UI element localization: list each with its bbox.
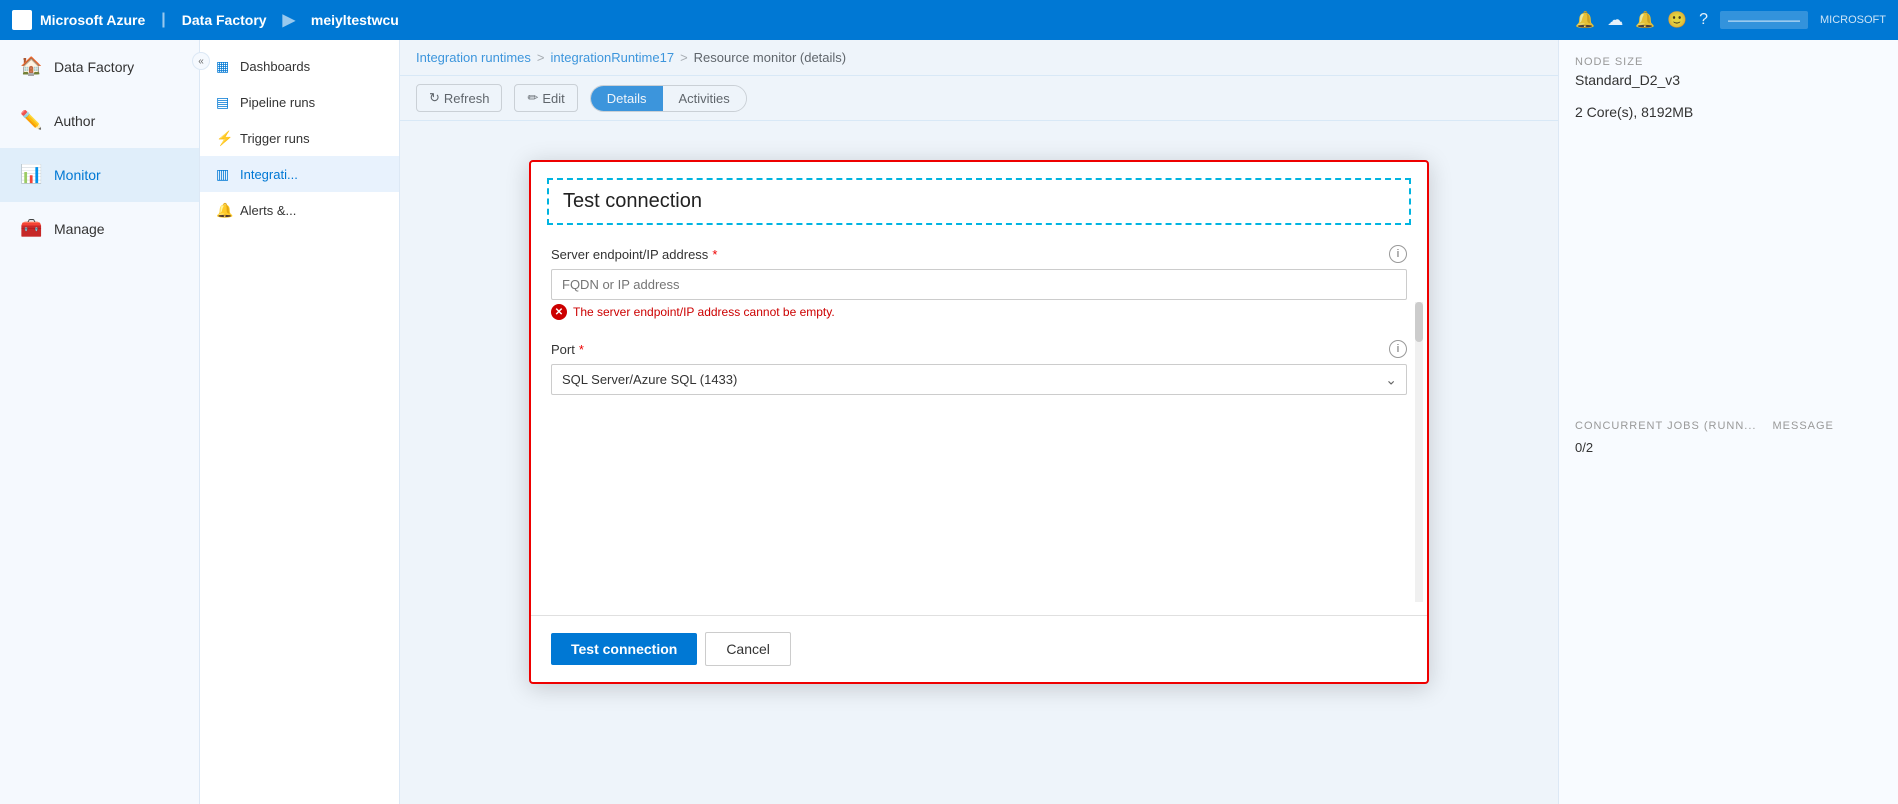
server-endpoint-info-icon[interactable]: i <box>1389 245 1407 263</box>
secondary-item-label-integration: Integrati... <box>240 167 298 182</box>
secondary-item-alerts[interactable]: 🔔 Alerts &... <box>200 192 399 228</box>
concurrent-jobs-row: CONCURRENT JOBS (RUNN... MESSAGE <box>1575 420 1882 432</box>
help-icon[interactable]: ? <box>1699 11 1708 29</box>
dialog-scroll-thumb <box>1415 302 1423 342</box>
port-field: Port * i SQL Server/Azure SQL (1433) MyS… <box>551 340 1407 395</box>
content-area: Integration runtimes > integrationRuntim… <box>400 40 1558 804</box>
server-endpoint-label-text: Server endpoint/IP address * <box>551 247 717 262</box>
microsoft-label: MICROSOFT <box>1820 14 1886 26</box>
notifications-icon[interactable]: 🔔 <box>1575 10 1595 30</box>
topbar-right: 🔔 ☁ 🔔 🙂 ? —————— MICROSOFT <box>1575 10 1886 30</box>
secondary-sidebar: ▦ Dashboards ▤ Pipeline runs ⚡ Trigger r… <box>200 40 400 804</box>
port-select[interactable]: SQL Server/Azure SQL (1433) MySQL (3306)… <box>551 364 1407 395</box>
server-endpoint-label-row: Server endpoint/IP address * i <box>551 245 1407 263</box>
topbar-arrow: ▶ <box>283 10 295 30</box>
sidebar-item-label-author: Author <box>54 113 95 129</box>
instance-name: meiyltestwcu <box>311 12 399 28</box>
trigger-runs-icon: ⚡ <box>216 130 232 146</box>
concurrent-jobs-label: CONCURRENT JOBS (RUNN... <box>1575 420 1756 432</box>
azure-logo <box>12 10 32 30</box>
dialog-title: Test connection <box>563 190 702 212</box>
server-endpoint-label: Server endpoint/IP address <box>551 247 708 262</box>
dashboards-icon: ▦ <box>216 58 232 74</box>
port-info-icon[interactable]: i <box>1389 340 1407 358</box>
sidebar: « 🏠 Data Factory ✏️ Author 📊 Monitor 🧰 M… <box>0 40 200 804</box>
secondary-item-label-trigger-runs: Trigger runs <box>240 131 310 146</box>
message-label: MESSAGE <box>1772 420 1833 432</box>
face-icon[interactable]: 🙂 <box>1667 10 1687 30</box>
sidebar-item-manage[interactable]: 🧰 Manage <box>0 202 199 256</box>
cloud-icon[interactable]: ☁ <box>1607 10 1623 30</box>
server-endpoint-required: * <box>712 247 717 262</box>
node-size-value: Standard_D2_v3 <box>1575 72 1882 88</box>
topbar-separator: | <box>161 11 165 29</box>
home-icon: 🏠 <box>20 56 42 77</box>
brand-area: Microsoft Azure | Data Factory ▶ meiylte… <box>12 10 399 30</box>
cores-value: 2 Core(s), 8192MB <box>1575 104 1882 120</box>
secondary-item-integration[interactable]: ▥ Integrati... <box>200 156 399 192</box>
port-required: * <box>579 342 584 357</box>
secondary-item-pipeline-runs[interactable]: ▤ Pipeline runs <box>200 84 399 120</box>
dialog-overlay: Test connection Server endpoint/IP addre… <box>400 40 1558 804</box>
author-icon: ✏️ <box>20 110 42 131</box>
brand-name: Microsoft Azure <box>40 12 145 28</box>
service-name: Data Factory <box>182 12 267 28</box>
port-label-row: Port * i <box>551 340 1407 358</box>
topbar: Microsoft Azure | Data Factory ▶ meiylte… <box>0 0 1898 40</box>
dialog-title-area: Test connection <box>547 178 1411 225</box>
secondary-item-label-dashboards: Dashboards <box>240 59 310 74</box>
main-layout: « 🏠 Data Factory ✏️ Author 📊 Monitor 🧰 M… <box>0 40 1898 804</box>
manage-icon: 🧰 <box>20 218 42 239</box>
alerts-icon: 🔔 <box>216 202 232 218</box>
server-endpoint-field: Server endpoint/IP address * i ✕ The ser… <box>551 245 1407 320</box>
port-label-text: Port * <box>551 342 584 357</box>
port-select-wrapper: SQL Server/Azure SQL (1433) MySQL (3306)… <box>551 364 1407 395</box>
sidebar-item-label-manage: Manage <box>54 221 105 237</box>
monitor-icon: 📊 <box>20 164 42 185</box>
sidebar-collapse-btn[interactable]: « <box>192 52 210 70</box>
secondary-item-label-alerts: Alerts &... <box>240 203 296 218</box>
error-icon: ✕ <box>551 304 567 320</box>
sidebar-item-monitor[interactable]: 📊 Monitor <box>0 148 199 202</box>
dialog-body: Server endpoint/IP address * i ✕ The ser… <box>531 225 1427 595</box>
sidebar-item-label-data-factory: Data Factory <box>54 59 134 75</box>
dialog: Test connection Server endpoint/IP addre… <box>529 160 1429 684</box>
node-size-label: NODE SIZE <box>1575 56 1882 68</box>
secondary-item-dashboards[interactable]: ▦ Dashboards <box>200 48 399 84</box>
integration-icon: ▥ <box>216 166 232 182</box>
secondary-item-label-pipeline-runs: Pipeline runs <box>240 95 315 110</box>
error-message: The server endpoint/IP address cannot be… <box>573 305 835 319</box>
server-endpoint-error: ✕ The server endpoint/IP address cannot … <box>551 304 1407 320</box>
sidebar-item-data-factory[interactable]: 🏠 Data Factory <box>0 40 199 94</box>
sidebar-item-label-monitor: Monitor <box>54 167 101 183</box>
dialog-spacer <box>551 415 1407 595</box>
concurrent-jobs-value: 0/2 <box>1575 440 1882 455</box>
port-label: Port <box>551 342 575 357</box>
pipeline-runs-icon: ▤ <box>216 94 232 110</box>
dialog-scrollbar[interactable] <box>1415 302 1423 602</box>
alert-icon[interactable]: 🔔 <box>1635 10 1655 30</box>
server-endpoint-input[interactable] <box>551 269 1407 300</box>
sidebar-item-author[interactable]: ✏️ Author <box>0 94 199 148</box>
dialog-footer: Test connection Cancel <box>531 615 1427 682</box>
secondary-item-trigger-runs[interactable]: ⚡ Trigger runs <box>200 120 399 156</box>
right-panel: NODE SIZE Standard_D2_v3 2 Core(s), 8192… <box>1558 40 1898 804</box>
user-label[interactable]: —————— <box>1720 11 1808 29</box>
right-panel-bottom: CONCURRENT JOBS (RUNN... MESSAGE 0/2 <box>1575 420 1882 455</box>
test-connection-button[interactable]: Test connection <box>551 633 697 665</box>
cancel-button[interactable]: Cancel <box>705 632 791 666</box>
